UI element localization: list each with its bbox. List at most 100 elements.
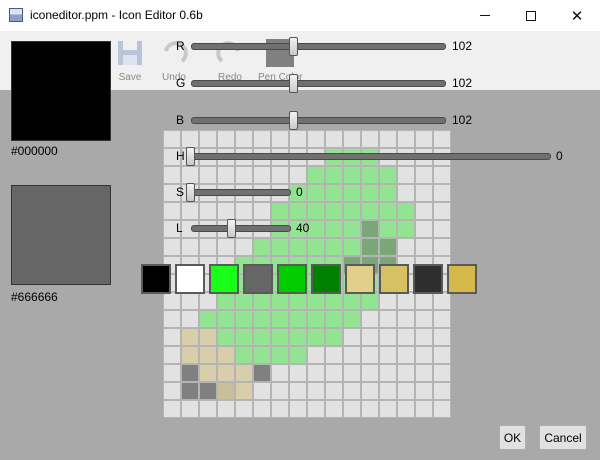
pixel-cell[interactable] (271, 346, 289, 364)
pixel-cell[interactable] (253, 310, 271, 328)
pixel-cell[interactable] (199, 130, 217, 148)
pixel-cell[interactable] (415, 328, 433, 346)
pixel-cell[interactable] (307, 400, 325, 418)
pixel-cell[interactable] (181, 328, 199, 346)
pixel-cell[interactable] (217, 346, 235, 364)
pixel-cell[interactable] (361, 130, 379, 148)
pixel-cell[interactable] (235, 166, 253, 184)
pixel-cell[interactable] (361, 184, 379, 202)
pixel-cell[interactable] (307, 166, 325, 184)
pixel-cell[interactable] (217, 166, 235, 184)
pixel-cell[interactable] (397, 130, 415, 148)
pixel-cell[interactable] (289, 382, 307, 400)
slider-thumb-hue[interactable] (186, 147, 195, 166)
pixel-cell[interactable] (379, 364, 397, 382)
pixel-cell[interactable] (253, 130, 271, 148)
pixel-cell[interactable] (235, 328, 253, 346)
pixel-cell[interactable] (325, 346, 343, 364)
pixel-cell[interactable] (307, 310, 325, 328)
pixel-cell[interactable] (415, 238, 433, 256)
pixel-cell[interactable] (307, 292, 325, 310)
pixel-cell[interactable] (379, 238, 397, 256)
pixel-cell[interactable] (433, 184, 451, 202)
palette-swatch[interactable] (311, 264, 341, 294)
pixel-cell[interactable] (199, 292, 217, 310)
pixel-cell[interactable] (163, 202, 181, 220)
pixel-cell[interactable] (415, 364, 433, 382)
pixel-cell[interactable] (181, 202, 199, 220)
pixel-cell[interactable] (289, 130, 307, 148)
slider-track-hue[interactable] (186, 153, 551, 160)
palette-swatch[interactable] (243, 264, 273, 294)
pixel-cell[interactable] (181, 310, 199, 328)
pixel-cell[interactable] (361, 346, 379, 364)
pixel-cell[interactable] (325, 184, 343, 202)
close-button[interactable]: ✕ (554, 0, 600, 31)
pixel-cell[interactable] (361, 364, 379, 382)
pixel-cell[interactable] (343, 238, 361, 256)
pixel-cell[interactable] (415, 202, 433, 220)
pixel-cell[interactable] (199, 310, 217, 328)
pixel-cell[interactable] (343, 166, 361, 184)
pixel-cell[interactable] (415, 292, 433, 310)
pixel-cell[interactable] (433, 130, 451, 148)
pixel-cell[interactable] (163, 166, 181, 184)
pixel-cell[interactable] (217, 292, 235, 310)
pixel-cell[interactable] (289, 400, 307, 418)
slider-thumb-saturation[interactable] (186, 183, 195, 202)
pixel-cell[interactable] (415, 220, 433, 238)
pixel-cell[interactable] (271, 310, 289, 328)
pixel-cell[interactable] (307, 238, 325, 256)
pixel-cell[interactable] (199, 382, 217, 400)
pixel-cell[interactable] (307, 328, 325, 346)
palette-swatch[interactable] (413, 264, 443, 294)
pixel-cell[interactable] (253, 238, 271, 256)
slider-track-lightness[interactable] (191, 225, 291, 232)
pixel-cell[interactable] (181, 346, 199, 364)
pixel-cell[interactable] (271, 382, 289, 400)
pixel-cell[interactable] (181, 292, 199, 310)
pixel-cell[interactable] (217, 382, 235, 400)
pixel-cell[interactable] (397, 328, 415, 346)
pixel-cell[interactable] (235, 130, 253, 148)
pixel-cell[interactable] (325, 202, 343, 220)
pixel-cell[interactable] (289, 238, 307, 256)
pixel-cell[interactable] (235, 310, 253, 328)
pixel-cell[interactable] (397, 400, 415, 418)
pixel-cell[interactable] (271, 328, 289, 346)
pixel-cell[interactable] (199, 346, 217, 364)
pixel-cell[interactable] (325, 328, 343, 346)
pixel-cell[interactable] (217, 400, 235, 418)
pixel-cell[interactable] (181, 382, 199, 400)
pixel-cell[interactable] (325, 220, 343, 238)
pixel-cell[interactable] (379, 184, 397, 202)
pixel-cell[interactable] (325, 292, 343, 310)
pixel-cell[interactable] (235, 292, 253, 310)
pixel-cell[interactable] (343, 184, 361, 202)
pixel-cell[interactable] (433, 382, 451, 400)
palette-swatch[interactable] (447, 264, 477, 294)
pixel-cell[interactable] (235, 382, 253, 400)
pixel-cell[interactable] (253, 166, 271, 184)
cancel-button[interactable]: Cancel (539, 425, 587, 450)
pixel-cell[interactable] (397, 364, 415, 382)
palette-swatch[interactable] (345, 264, 375, 294)
pixel-cell[interactable] (253, 202, 271, 220)
pixel-cell[interactable] (433, 202, 451, 220)
pixel-cell[interactable] (379, 166, 397, 184)
ok-button[interactable]: OK (499, 425, 526, 450)
pixel-cell[interactable] (163, 382, 181, 400)
pixel-cell[interactable] (235, 400, 253, 418)
pixel-cell[interactable] (181, 166, 199, 184)
pixel-cell[interactable] (217, 310, 235, 328)
pixel-cell[interactable] (307, 202, 325, 220)
pixel-cell[interactable] (343, 400, 361, 418)
pixel-cell[interactable] (361, 382, 379, 400)
pixel-cell[interactable] (361, 292, 379, 310)
pixel-cell[interactable] (379, 130, 397, 148)
pixel-cell[interactable] (343, 310, 361, 328)
pixel-cell[interactable] (379, 400, 397, 418)
pixel-cell[interactable] (235, 364, 253, 382)
slider-track-green[interactable] (191, 80, 446, 87)
pixel-cell[interactable] (343, 346, 361, 364)
